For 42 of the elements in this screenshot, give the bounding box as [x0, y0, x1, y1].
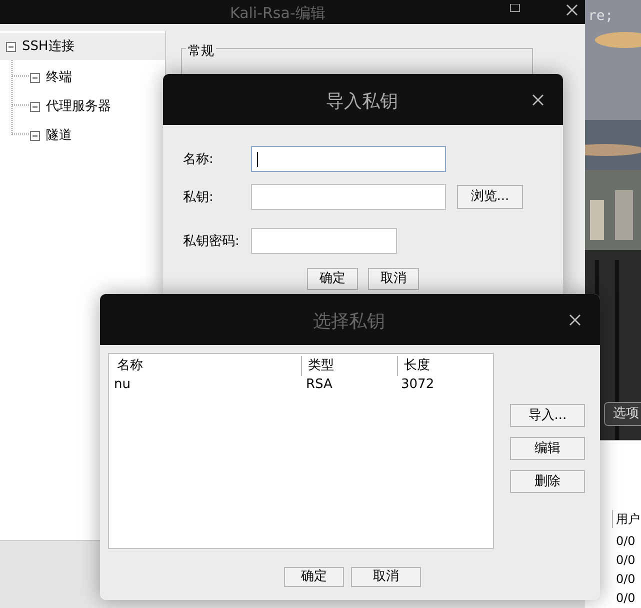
tree-item[interactable]: 隧道: [30, 126, 80, 146]
collapse-icon[interactable]: [30, 130, 40, 141]
dialog-title: 导入私钥: [326, 90, 398, 114]
dialog-button[interactable]: 删除: [510, 470, 585, 493]
table-cell-text: 3072: [401, 376, 434, 394]
dialog-button[interactable]: 取消: [368, 268, 419, 290]
dialog-button[interactable]: 导入...: [510, 404, 585, 427]
maximize-icon[interactable]: [510, 4, 520, 12]
field-label: 私钥:: [183, 189, 214, 207]
input-field[interactable]: [251, 184, 446, 210]
options-button[interactable]: 选项: [604, 402, 641, 426]
tree-item[interactable]: SSH连接: [0, 33, 165, 60]
input-field[interactable]: [251, 228, 397, 254]
collapse-icon[interactable]: [30, 72, 40, 83]
column-header[interactable]: 类型: [301, 356, 397, 376]
table-cell: 0/0: [616, 534, 636, 548]
collapse-icon[interactable]: [30, 102, 40, 112]
field-label: 名称:: [183, 151, 214, 169]
input-field[interactable]: [251, 146, 446, 172]
collapse-icon[interactable]: [6, 42, 16, 52]
column-header[interactable]: 名称: [117, 356, 299, 376]
close-icon[interactable]: [532, 94, 544, 106]
tree-item[interactable]: 终端: [30, 68, 80, 88]
dialog-button[interactable]: 确定: [284, 567, 344, 587]
dialog-button[interactable]: 编辑: [510, 437, 585, 460]
table-cell-text: RSA: [306, 376, 332, 394]
table-cell: 0/0: [616, 553, 636, 567]
window-title: Kali-Rsa-编辑: [230, 3, 326, 24]
close-icon[interactable]: [569, 314, 581, 326]
dialog-title: 选择私钥: [313, 310, 385, 334]
dialog-button[interactable]: 浏览...: [457, 185, 523, 209]
code-text: re;: [588, 7, 614, 26]
field-label: 私钥密码:: [183, 233, 240, 251]
close-icon[interactable]: [566, 4, 578, 16]
tree-item[interactable]: 代理服务器: [30, 97, 119, 116]
dialog-button[interactable]: 取消: [351, 567, 421, 587]
table-cell-text: nu: [114, 376, 130, 394]
table-cell: 0/0: [616, 572, 636, 586]
column-header[interactable]: 用户: [612, 510, 640, 528]
dialog-button[interactable]: 确定: [307, 268, 358, 290]
column-header[interactable]: 长度: [397, 356, 487, 376]
table-cell: 0/0: [616, 591, 636, 605]
